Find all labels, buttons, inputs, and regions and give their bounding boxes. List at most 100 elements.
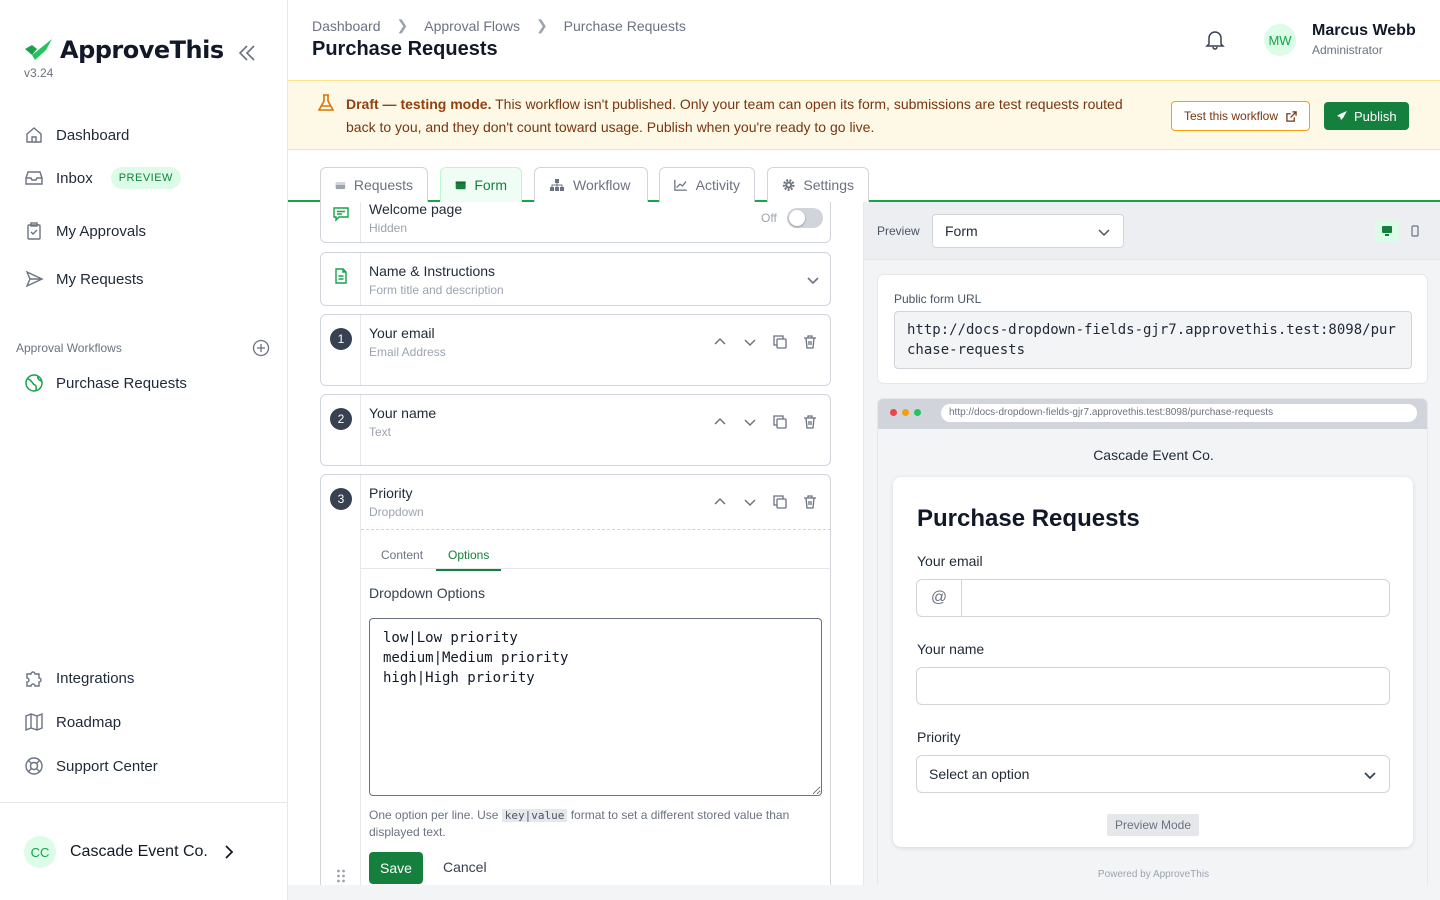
move-up-icon[interactable]	[712, 334, 728, 350]
preview-name-input[interactable]	[916, 667, 1390, 705]
tab-workflow[interactable]: Workflow	[534, 167, 648, 202]
org-name: Cascade Event Co.	[70, 843, 208, 860]
preview-mode-badge: Preview Mode	[1107, 814, 1200, 836]
send-icon	[25, 270, 44, 288]
workflow-purchase-requests-label: Purchase Requests	[56, 374, 187, 392]
bell-icon[interactable]	[1204, 28, 1226, 50]
browser-bar: http://docs-dropdown-fields-gjr7.approve…	[878, 399, 1427, 429]
save-button[interactable]: Save	[369, 852, 423, 884]
nav-my-approvals[interactable]: My Approvals	[24, 221, 146, 241]
collapse-sidebar-icon[interactable]	[236, 42, 258, 64]
move-up-icon[interactable]	[712, 494, 728, 510]
user-name[interactable]: Marcus Webb	[1312, 22, 1416, 40]
field-title: Priority	[369, 485, 413, 501]
duplicate-icon[interactable]	[772, 494, 788, 510]
welcome-page-toggle[interactable]	[787, 208, 823, 228]
tab-requests[interactable]: Requests	[320, 167, 428, 202]
field-type: Dropdown	[369, 505, 424, 519]
nav-my-requests-label: My Requests	[56, 270, 144, 288]
puzzle-icon	[26, 671, 42, 687]
field-card-email[interactable]: 1 Your email Email Address	[320, 314, 831, 386]
trash-icon[interactable]	[802, 334, 818, 350]
app-logo[interactable]: ApproveThis	[24, 36, 224, 64]
mobile-view-button[interactable]	[1403, 220, 1427, 242]
move-down-icon[interactable]	[742, 494, 758, 510]
field-title: Your email	[369, 325, 435, 341]
field-type: Email Address	[369, 345, 446, 359]
card-gutter	[321, 395, 361, 465]
nav-my-requests[interactable]: My Requests	[24, 269, 144, 289]
move-down-icon[interactable]	[742, 414, 758, 430]
document-icon	[335, 268, 347, 284]
publish-button[interactable]: Publish	[1324, 102, 1409, 130]
breadcrumb-approval-flows[interactable]: Approval Flows	[424, 18, 520, 34]
field-number: 2	[330, 408, 352, 430]
preview-mode-select[interactable]: Form	[932, 214, 1124, 248]
sitemap-icon	[550, 179, 564, 191]
tab-form[interactable]: Form	[440, 167, 522, 202]
subtab-options[interactable]: Options	[436, 548, 502, 571]
preview-badge: PREVIEW	[110, 167, 181, 189]
field-card-priority[interactable]: 3 Priority Dropdown Content Options Drop…	[320, 474, 831, 885]
field-type: Text	[369, 425, 392, 439]
dropdown-options-textarea[interactable]: low|Low priority medium|Medium priority …	[369, 618, 822, 796]
help-text-before: One option per line. Use	[369, 808, 502, 822]
nav-my-approvals-label: My Approvals	[56, 222, 147, 240]
chat-message-icon	[333, 207, 349, 222]
test-workflow-button[interactable]: Test this workflow	[1171, 101, 1311, 131]
chevron-down-icon[interactable]	[806, 273, 820, 287]
inbox-icon	[25, 171, 43, 185]
nav-inbox-label: Inbox	[56, 169, 93, 187]
preview-priority-select[interactable]: Select an option	[916, 755, 1390, 793]
at-icon: @	[917, 580, 962, 616]
welcome-page-card[interactable]: Welcome page Hidden Off	[320, 202, 831, 243]
brand-name: Cascade Event Co.	[1093, 447, 1214, 463]
welcome-toggle-label: Off	[761, 211, 777, 225]
home-icon	[26, 127, 42, 143]
move-down-icon[interactable]	[742, 334, 758, 350]
tab-settings[interactable]: Settings	[767, 167, 869, 202]
rocket-icon	[1337, 111, 1347, 120]
lifebuoy-icon	[25, 757, 43, 775]
move-up-icon[interactable]	[712, 414, 728, 430]
app-name: ApproveThis	[60, 36, 224, 64]
gear-icon	[782, 179, 795, 191]
external-link-icon	[1286, 110, 1297, 122]
preview-form-card: Purchase Requests Your email @ Your name…	[893, 477, 1413, 847]
nav-inbox[interactable]: Inbox PREVIEW	[24, 167, 181, 189]
user-avatar[interactable]: MW	[1264, 24, 1296, 56]
preview-toolbar: Preview Form	[864, 202, 1440, 260]
bottom-scroll-strip	[288, 885, 1440, 900]
workflows-section-label: Approval Workflows	[16, 341, 122, 355]
duplicate-icon[interactable]	[772, 334, 788, 350]
mobile-icon	[1411, 225, 1419, 237]
dropdown-options-help: One option per line. Use key|value forma…	[369, 807, 809, 841]
field-card-name[interactable]: 2 Your name Text	[320, 394, 831, 466]
trash-icon[interactable]	[802, 494, 818, 510]
name-instructions-title: Name & Instructions	[369, 263, 496, 279]
help-code: key|value	[501, 809, 568, 822]
cancel-button[interactable]: Cancel	[443, 859, 487, 875]
public-url-card: Public form URL http://docs-dropdown-fie…	[877, 274, 1428, 384]
name-instructions-card[interactable]: Name & Instructions Form title and descr…	[320, 252, 831, 306]
desktop-view-button[interactable]	[1375, 220, 1399, 242]
nav-dashboard[interactable]: Dashboard	[24, 125, 129, 145]
tab-activity[interactable]: Activity	[659, 167, 755, 202]
nav-support-center[interactable]: Support Center	[24, 756, 158, 776]
subtab-content[interactable]: Content	[381, 548, 423, 569]
app-version: v3.24	[24, 66, 54, 80]
breadcrumb-dashboard[interactable]: Dashboard	[312, 18, 381, 34]
add-workflow-icon[interactable]	[252, 339, 270, 357]
drag-handle-icon[interactable]	[336, 868, 346, 884]
trash-icon[interactable]	[802, 414, 818, 430]
breadcrumb: Dashboard ❯ Approval Flows ❯ Purchase Re…	[312, 17, 686, 34]
nav-integrations[interactable]: Integrations	[24, 668, 134, 688]
org-switcher[interactable]: CC Cascade Event Co.	[24, 836, 236, 868]
nav-roadmap[interactable]: Roadmap	[24, 712, 121, 732]
preview-email-input[interactable]: @	[916, 579, 1390, 617]
user-role: Administrator	[1312, 43, 1383, 57]
workflow-purchase-requests[interactable]: Purchase Requests	[24, 373, 187, 393]
tab-form-label: Form	[474, 177, 507, 193]
duplicate-icon[interactable]	[772, 414, 788, 430]
public-url-field[interactable]: http://docs-dropdown-fields-gjr7.approve…	[894, 311, 1412, 369]
